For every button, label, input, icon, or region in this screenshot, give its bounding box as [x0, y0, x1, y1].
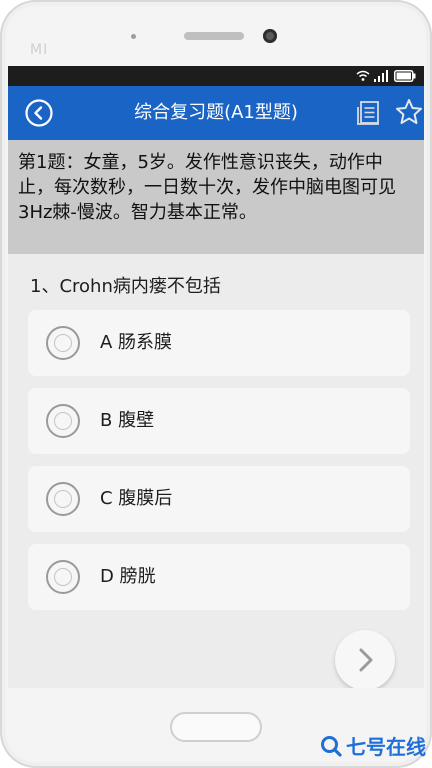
- signal-icon: [374, 70, 388, 82]
- question-stem-text: 第1题：女童，5岁。发作性意识丧失，动作中止，每次数秒，一日数十次，发作中脑电图…: [18, 152, 396, 223]
- option-b[interactable]: B 腹壁: [28, 388, 410, 454]
- option-a[interactable]: A 肠系膜: [28, 310, 410, 376]
- option-d[interactable]: D 膀胱: [28, 544, 410, 610]
- question-title: 1、Crohn病内瘘不包括: [30, 276, 221, 297]
- radio-button[interactable]: [46, 404, 80, 438]
- proximity-sensor: [131, 34, 136, 39]
- phone-frame: MI 综合复习题(A1型题) 第1题：女童，5岁。发作性意识丧失，动作中止，每次…: [0, 0, 432, 768]
- star-icon: [396, 99, 422, 124]
- favorite-button[interactable]: [394, 97, 424, 127]
- phone-top-bezel: MI: [0, 0, 432, 66]
- radio-inner-ring: [54, 490, 72, 508]
- back-button[interactable]: [24, 98, 54, 128]
- radio-button[interactable]: [46, 482, 80, 516]
- notes-button[interactable]: [353, 98, 383, 128]
- radio-inner-ring: [54, 412, 72, 430]
- radio-button[interactable]: [46, 560, 80, 594]
- chevron-right-icon: [359, 648, 373, 672]
- question-area: 1、Crohn病内瘘不包括 A 肠系膜 B 腹壁 C 腹膜后 D 膀胱: [8, 254, 424, 614]
- question-stem-panel: 第1题：女童，5岁。发作性意识丧失，动作中止，每次数秒，一日数十次，发作中脑电图…: [8, 140, 424, 254]
- battery-icon: [394, 70, 416, 82]
- watermark-text: 七号在线: [346, 735, 426, 759]
- status-icons: [356, 69, 416, 83]
- option-label: B 腹壁: [100, 410, 155, 431]
- notes-icon: [357, 101, 379, 125]
- option-label: C 腹膜后: [100, 488, 173, 509]
- front-camera: [263, 29, 277, 43]
- radio-button[interactable]: [46, 326, 80, 360]
- brand-logo: MI: [30, 42, 49, 58]
- wifi-icon: [356, 70, 370, 81]
- home-button[interactable]: [170, 712, 262, 742]
- screen: 综合复习题(A1型题) 第1题：女童，5岁。发作性意识丧失，动作中止，每次数秒，…: [8, 66, 424, 688]
- back-circle-icon: [25, 99, 53, 127]
- next-question-button[interactable]: [335, 630, 395, 688]
- option-c[interactable]: C 腹膜后: [28, 466, 410, 532]
- earpiece-speaker: [184, 32, 244, 40]
- radio-inner-ring: [54, 334, 72, 352]
- option-label: A 肠系膜: [100, 332, 173, 353]
- watermark: 七号在线: [320, 731, 426, 760]
- bottom-navigation: [8, 614, 424, 688]
- option-label: D 膀胱: [100, 566, 156, 587]
- status-bar: [8, 66, 424, 86]
- app-title: 综合复习题(A1型题): [134, 102, 298, 123]
- app-bar: 综合复习题(A1型题): [8, 86, 424, 140]
- search-icon: [321, 735, 342, 757]
- radio-inner-ring: [54, 568, 72, 586]
